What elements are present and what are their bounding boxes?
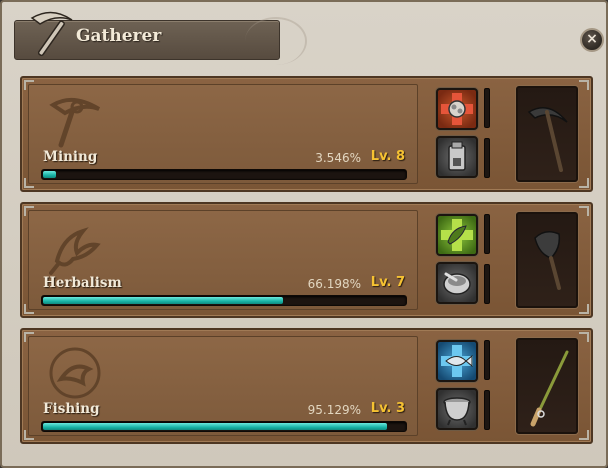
skill-name: Herbalism [43, 275, 122, 291]
slot-gauge [484, 214, 490, 254]
slot-column [430, 84, 502, 184]
slot-column [430, 336, 502, 436]
cooking-pot-slot[interactable] [436, 388, 478, 430]
cooking-pot-icon [443, 397, 471, 426]
skill-level: Lv. 7 [370, 275, 405, 290]
tool-slot-fishing[interactable] [516, 338, 578, 434]
slot-gauge [484, 88, 490, 128]
progress-bar [41, 169, 407, 180]
window-title: Gatherer [76, 26, 162, 46]
mortar-icon [443, 272, 471, 295]
pickaxe-icon [30, 11, 73, 57]
skill-row-fishing: Fishing 95.129% Lv. 3 [20, 328, 593, 444]
slot-gauge [484, 340, 490, 380]
skill-panel: Mining 3.546% Lv. 8 [28, 84, 418, 184]
herb-refine-icon [441, 219, 473, 251]
title-bar: Gatherer × [10, 11, 604, 65]
smelter-icon [448, 141, 466, 171]
trowel-tool-icon [534, 231, 561, 290]
ore-refine-slot[interactable] [436, 88, 478, 130]
tool-slot-mining[interactable] [516, 86, 578, 182]
slot-gauge [484, 390, 490, 430]
skill-row-herbalism: Herbalism 66.198% Lv. 7 [20, 202, 593, 318]
skill-panel: Herbalism 66.198% Lv. 7 [28, 210, 418, 310]
slot-gauge [484, 264, 490, 304]
gatherer-window: Gatherer × Mining 3.546% Lv. 8 Herbalism… [0, 0, 608, 468]
pickaxe-emblem-icon [49, 97, 101, 148]
progress-bar [41, 421, 407, 432]
progress-bar [41, 295, 407, 306]
progress-fill [43, 297, 283, 304]
skill-percent: 3.546% [315, 151, 361, 165]
close-icon: × [586, 31, 598, 47]
skill-level: Lv. 3 [370, 401, 405, 416]
skill-row-mining: Mining 3.546% Lv. 8 [20, 76, 593, 192]
ore-refine-icon [441, 93, 473, 125]
fish-emblem-icon [49, 347, 101, 399]
skill-level: Lv. 8 [370, 149, 405, 164]
slot-gauge [484, 138, 490, 178]
skill-name: Mining [43, 149, 98, 165]
fish-refine-slot[interactable] [436, 340, 478, 382]
fishing-rod-tool-icon [530, 350, 569, 427]
skill-name: Fishing [43, 401, 100, 417]
herb-emblem-icon [49, 227, 101, 275]
pickaxe-tool-icon [527, 107, 568, 172]
skill-percent: 66.198% [307, 277, 361, 291]
slot-column [430, 210, 502, 310]
progress-fill [43, 423, 388, 430]
mortar-slot[interactable] [436, 262, 478, 304]
tool-slot-herbalism[interactable] [516, 212, 578, 308]
skill-panel: Fishing 95.129% Lv. 3 [28, 336, 418, 436]
smelter-slot[interactable] [436, 136, 478, 178]
herb-refine-slot[interactable] [436, 214, 478, 256]
progress-fill [43, 171, 56, 178]
fish-refine-icon [441, 345, 473, 377]
skill-percent: 95.129% [307, 403, 361, 417]
close-button[interactable]: × [580, 28, 604, 52]
